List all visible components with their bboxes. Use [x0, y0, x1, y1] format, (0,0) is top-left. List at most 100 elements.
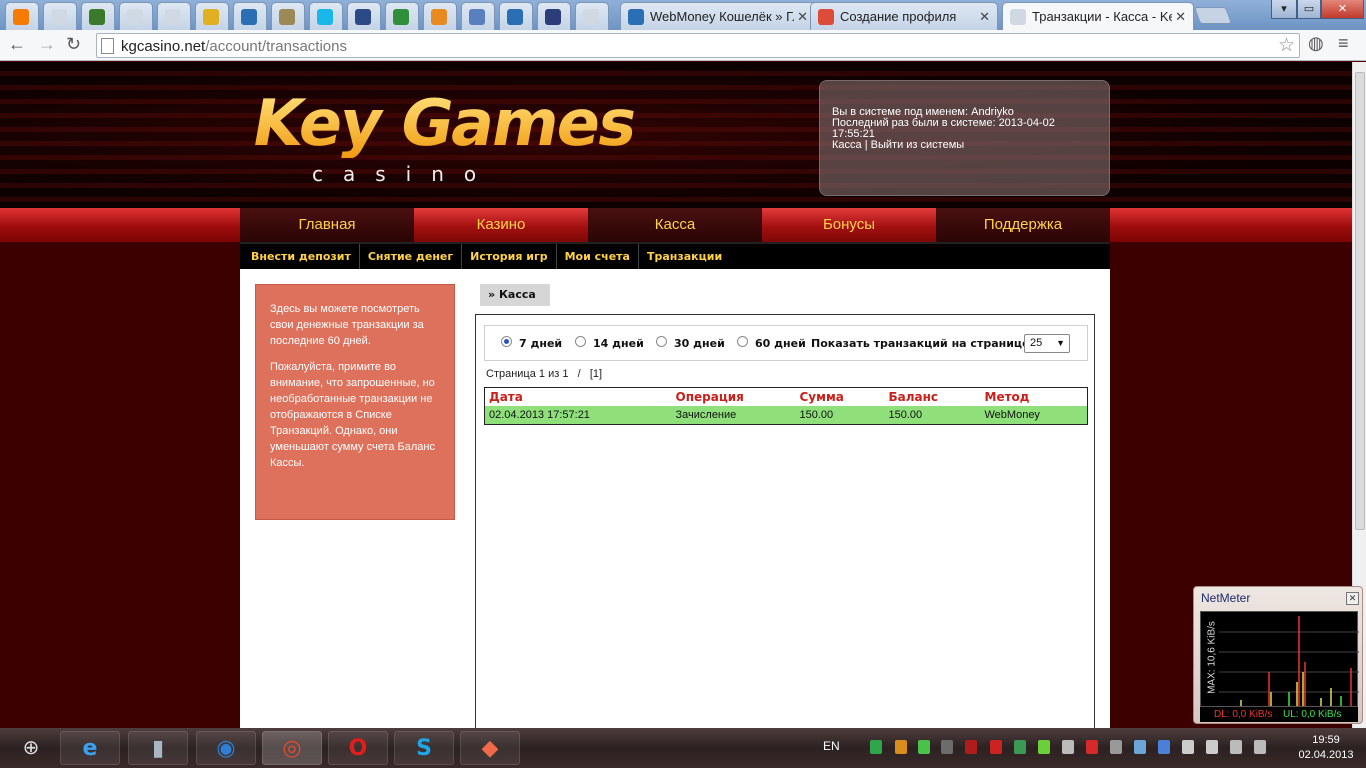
browser-tab[interactable] — [5, 2, 39, 30]
media-player-icon[interactable]: ◉ — [196, 731, 256, 765]
col-operation: Операция — [675, 390, 744, 404]
page-icon — [583, 9, 599, 25]
forward-icon[interactable]: → — [38, 34, 56, 55]
info-box: Здесь вы можете посмотреть свои денежные… — [255, 284, 455, 520]
tray-icon-8[interactable] — [1038, 740, 1050, 754]
radio-label-30-days[interactable]: 30 дней — [674, 337, 725, 351]
back-icon[interactable]: ← — [8, 34, 26, 55]
browser-tab[interactable] — [423, 2, 457, 30]
radio-label-60-days[interactable]: 60 дней — [755, 337, 806, 351]
subnav-my-accounts[interactable]: Мои счета — [557, 244, 639, 269]
volume-icon[interactable] — [1110, 740, 1122, 754]
browser-tab[interactable]: Создание профиля ✕ — [810, 2, 998, 30]
browser-tab[interactable]: WebMoney Кошелёк » Гл ✕ — [620, 2, 816, 30]
action-center-icon[interactable] — [1254, 740, 1266, 754]
browser-tab[interactable]: Транзакции - Касса - Key ✕ — [1002, 2, 1194, 31]
network-icon[interactable] — [1062, 740, 1074, 754]
explorer-icon[interactable]: ▮ — [128, 731, 188, 765]
nav-casino[interactable]: Казино — [414, 208, 588, 242]
nav-bonuses[interactable]: Бонусы — [762, 208, 936, 242]
radio-label-7-days[interactable]: 7 дней — [519, 337, 562, 351]
logout-link[interactable]: Выйти из системы — [871, 139, 965, 151]
subnav-deposit[interactable]: Внести депозит — [243, 244, 360, 269]
pagination-separator: / — [577, 368, 581, 380]
browser-tab[interactable] — [347, 2, 381, 30]
browser-tab[interactable] — [575, 2, 609, 30]
kassa-link[interactable]: Касса — [832, 139, 862, 151]
translate-globe-icon[interactable]: ◍ — [1308, 33, 1324, 54]
gplus-icon — [818, 9, 834, 25]
browser-tab[interactable] — [461, 2, 495, 30]
cell-date: 02.04.2013 17:57:21 — [484, 406, 672, 425]
bluetooth-icon[interactable] — [1158, 740, 1170, 754]
cell-balance: 150.00 — [884, 406, 981, 425]
netmeter-close-icon[interactable]: ✕ — [1346, 592, 1359, 605]
browser-tab[interactable] — [119, 2, 153, 30]
link-separator: | — [861, 139, 871, 151]
reload-icon[interactable]: ↻ — [66, 34, 81, 55]
clock-time[interactable]: 19:59 — [1291, 734, 1361, 746]
browser-tab[interactable] — [195, 2, 229, 30]
browser-tab[interactable] — [309, 2, 343, 30]
bookmark-star-icon[interactable]: ☆ — [1278, 34, 1295, 57]
chrome-icon[interactable]: ◎ — [262, 731, 322, 765]
browser-tab[interactable] — [233, 2, 267, 30]
col-amount: Сумма — [799, 390, 844, 404]
subnav-transactions[interactable]: Транзакции — [639, 244, 730, 269]
tray-icon-5[interactable] — [965, 740, 977, 754]
subnav-game-history[interactable]: История игр — [462, 244, 557, 269]
tray-icon-6[interactable] — [990, 740, 1002, 754]
browser-tab[interactable] — [43, 2, 77, 30]
browser-tab[interactable] — [499, 2, 533, 30]
tray-icon-16[interactable] — [1230, 740, 1242, 754]
scrollbar-thumb[interactable] — [1355, 72, 1365, 530]
radio-7-days[interactable] — [501, 336, 512, 347]
subnav-withdraw[interactable]: Снятие денег — [360, 244, 463, 269]
new-tab-button[interactable] — [1193, 7, 1233, 24]
skype-icon[interactable]: S — [394, 731, 454, 765]
browser-tab[interactable] — [385, 2, 419, 30]
tray-icon-12[interactable] — [1134, 740, 1146, 754]
browser-tab[interactable] — [271, 2, 305, 30]
nav-kassa[interactable]: Касса — [588, 208, 762, 242]
logo-key-games[interactable]: Key Games — [246, 87, 641, 161]
radio-14-days[interactable] — [575, 336, 586, 347]
browser-tab[interactable] — [157, 2, 191, 30]
address-bar[interactable]: kgcasino.net/account/transactions ☆ — [96, 33, 1300, 58]
nav-support[interactable]: Поддержка — [936, 208, 1110, 242]
blogger-icon — [13, 9, 29, 25]
radio-60-days[interactable] — [737, 336, 748, 347]
browser-tab[interactable] — [81, 2, 115, 30]
tray-icon-10[interactable] — [1086, 740, 1098, 754]
radio-label-14-days[interactable]: 14 дней — [593, 337, 644, 351]
nav-home[interactable]: Главная — [240, 208, 414, 242]
header-background — [0, 62, 1352, 208]
tray-icon-2[interactable] — [895, 740, 907, 754]
per-page-select[interactable]: 25 ▼ — [1024, 334, 1070, 353]
start-button[interactable]: ⊕ — [14, 734, 48, 762]
clock-date[interactable]: 02.04.2013 — [1291, 749, 1361, 761]
minimize-button[interactable]: ▾ — [1271, 0, 1297, 19]
language-indicator[interactable]: EN — [823, 739, 840, 753]
netmeter-widget[interactable]: NetMeter ✕ MAX: 10,6 KiB/s DL: 0,0 KiB/s — [1193, 586, 1363, 724]
display-icon[interactable] — [1206, 740, 1218, 754]
table-header-row: Дата Операция Сумма Баланс Метод — [485, 388, 1088, 407]
close-window-button[interactable]: ✕ — [1321, 0, 1364, 19]
menu-wrench-icon[interactable]: ≡ — [1338, 33, 1349, 54]
tray-icon-14[interactable] — [1182, 740, 1194, 754]
tray-icon-3[interactable] — [918, 740, 930, 754]
tray-icon-4[interactable] — [941, 740, 953, 754]
tab-close-icon[interactable]: ✕ — [1175, 9, 1186, 25]
radio-30-days[interactable] — [656, 336, 667, 347]
tab-close-icon[interactable]: ✕ — [797, 9, 808, 25]
opera-icon[interactable]: O — [328, 731, 388, 765]
browser-tab[interactable] — [537, 2, 571, 30]
ie-icon[interactable]: e — [60, 731, 120, 765]
page-link-1[interactable]: [1] — [590, 368, 602, 380]
tab-close-icon[interactable]: ✕ — [979, 9, 990, 25]
eraser-app-icon[interactable]: ◆ — [460, 731, 520, 765]
tray-icon-1[interactable] — [870, 740, 882, 754]
maximize-button[interactable]: ▭ — [1297, 0, 1321, 19]
tray-icon-7[interactable] — [1014, 740, 1026, 754]
info-text-2: Пожалуйста, примите во внимание, что зап… — [270, 361, 435, 469]
